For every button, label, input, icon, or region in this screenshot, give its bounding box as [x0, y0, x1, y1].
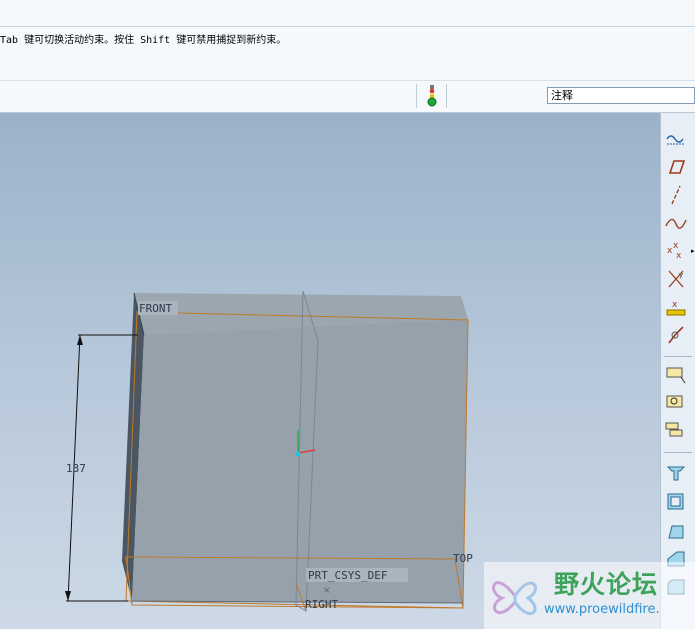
selection-filter-select[interactable]: 注释	[547, 87, 695, 104]
annotation-feature-icon[interactable]	[663, 363, 689, 387]
top-toolbar-area: Tab 键可切换活动约束。按住 Shift 键可禁用捕捉到新约束。 注释	[0, 0, 695, 113]
datum-point-icon[interactable]: xxx	[663, 239, 689, 263]
datum-analysis-icon[interactable]	[663, 127, 689, 151]
feature-toolbar: xxx ▸ y x	[660, 113, 695, 629]
offset-point-icon[interactable]: x	[663, 295, 689, 319]
toolbar-separator	[664, 452, 692, 453]
draft-icon[interactable]	[663, 519, 689, 543]
shell-icon[interactable]	[663, 490, 689, 514]
divider	[0, 80, 695, 81]
svg-text:x: x	[673, 241, 679, 251]
svg-text:x: x	[676, 251, 682, 261]
toolbar-separator	[446, 84, 447, 108]
datum-curve-icon[interactable]	[663, 211, 689, 235]
rib-icon[interactable]	[663, 547, 689, 571]
toolbar-separator	[416, 84, 417, 108]
csys-label: PRT_CSYS_DEF	[308, 569, 387, 582]
right-plane-label: RIGHT	[305, 598, 338, 611]
coordinate-system-icon[interactable]: y	[663, 267, 689, 291]
dimension-value-label: 137	[66, 462, 86, 475]
model-canvas[interactable]: 137 FRONT PRT_CSYS_DEF TOP RIGHT ×	[0, 113, 660, 629]
front-plane-label: FRONT	[139, 302, 172, 315]
divider	[0, 26, 695, 27]
datum-marker: ×	[323, 586, 331, 596]
toolbar-separator	[664, 356, 692, 357]
connect-icon[interactable]	[663, 323, 689, 347]
flyout-arrow-icon[interactable]: ▸	[691, 239, 695, 263]
view-annotation-icon[interactable]	[663, 391, 689, 415]
flange-icon[interactable]	[663, 461, 689, 485]
solid-front-face	[132, 319, 468, 603]
layer-annotation-icon[interactable]	[663, 419, 689, 443]
datum-plane-icon[interactable]	[663, 155, 689, 179]
graphics-viewport[interactable]: 137 FRONT PRT_CSYS_DEF TOP RIGHT ×	[0, 113, 660, 629]
round-icon[interactable]	[663, 575, 689, 599]
top-plane-label: TOP	[453, 552, 473, 565]
datum-axis-icon[interactable]	[663, 183, 689, 207]
svg-text:x: x	[672, 300, 678, 310]
svg-text:y: y	[679, 271, 683, 279]
message-bar-text: Tab 键可切换活动约束。按住 Shift 键可禁用捕捉到新约束。	[0, 35, 287, 46]
traffic-light-icon[interactable]	[425, 85, 439, 107]
